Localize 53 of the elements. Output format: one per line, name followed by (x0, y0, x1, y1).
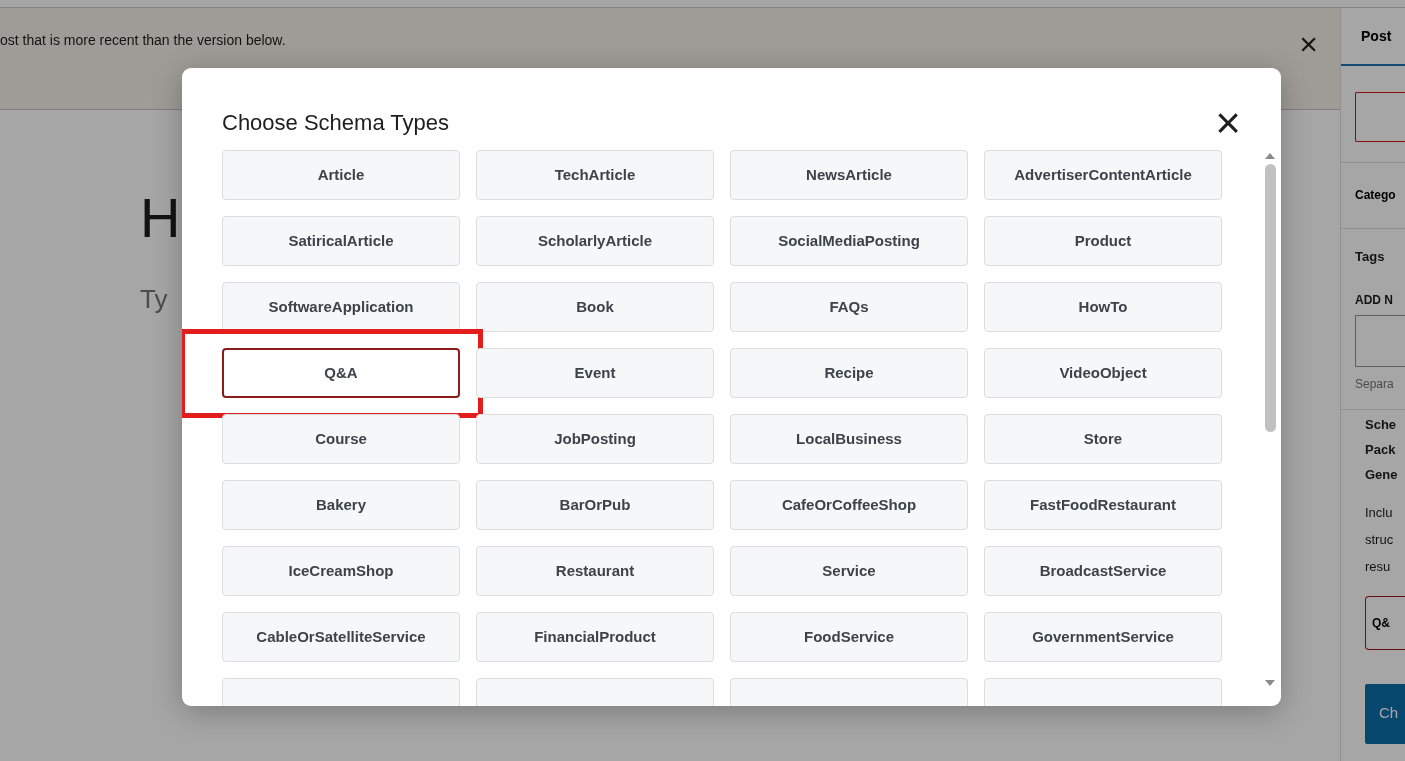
close-button[interactable]: × (1215, 108, 1241, 138)
panel-heading[interactable]: Catego (1355, 163, 1396, 227)
schema-type-button[interactable]: Store (984, 414, 1222, 464)
schema-type-button[interactable]: AdvertiserContentArticle (984, 150, 1222, 200)
help-text: Separa (1355, 375, 1395, 393)
scroll-down-icon[interactable] (1264, 679, 1276, 687)
schema-type-button[interactable]: LocalBusiness (730, 414, 968, 464)
schema-type-button[interactable]: SatiricalArticle (222, 216, 460, 266)
schema-type-button[interactable]: Course (222, 414, 460, 464)
schema-type-button[interactable]: GovernmentService (984, 612, 1222, 662)
schema-type-button[interactable]: Recipe (730, 348, 968, 398)
schema-type-button[interactable]: Product (984, 216, 1222, 266)
schema-type-button[interactable]: SocialMediaPosting (730, 216, 968, 266)
schema-type-button[interactable]: FinancialProduct (476, 612, 714, 662)
notice-text: ost that is more recent than the version below. (0, 31, 286, 50)
schema-type-button[interactable]: SoftwareApplication (222, 282, 460, 332)
schema-type-button[interactable]: CableOrSatelliteService (222, 612, 460, 662)
schema-type-button[interactable]: VideoObject (984, 348, 1222, 398)
schema-type-button[interactable]: Bakery (222, 480, 460, 530)
schema-type-button[interactable]: BarOrPub (476, 480, 714, 530)
schema-type-button[interactable]: Event (476, 348, 714, 398)
scroll-up-icon[interactable] (1264, 152, 1276, 160)
schema-type-button[interactable]: CafeOrCoffeeShop (730, 480, 968, 530)
schema-type-button[interactable]: Q&A (222, 348, 460, 398)
schema-type-button[interactable]: FoodService (730, 612, 968, 662)
schema-type-button[interactable]: TechArticle (476, 150, 714, 200)
schema-type-button[interactable]: Restaurant (476, 546, 714, 596)
sidebar-tab[interactable]: Post (1341, 8, 1405, 66)
schema-type-button[interactable]: JobPosting (476, 414, 714, 464)
schema-type-button[interactable]: FastFoodRestaurant (984, 480, 1222, 530)
close-button[interactable]: × (1299, 30, 1318, 58)
description-line: resu (1365, 557, 1392, 576)
select-field[interactable] (1355, 92, 1405, 142)
schema-type-button[interactable]: ScholarlyArticle (476, 216, 714, 266)
panel-heading-line: Sche (1365, 415, 1398, 434)
panel-heading: Tags (1355, 248, 1386, 266)
schema-type-button[interactable]: Book (476, 282, 714, 332)
panel-heading-line: Gene (1365, 465, 1399, 484)
schema-type-button[interactable]: Article (222, 150, 460, 200)
schema-type-button[interactable]: HowTo (984, 282, 1222, 332)
description-line: struc (1365, 530, 1395, 549)
choose-button[interactable]: Ch (1365, 683, 1405, 744)
tag-input-field[interactable] (1355, 314, 1405, 367)
schema-chip[interactable]: Q& (1365, 595, 1405, 650)
panel-heading-line: Pack (1365, 440, 1397, 459)
field-label: ADD N (1355, 291, 1394, 309)
schema-type-button[interactable]: Service (730, 546, 968, 596)
modal-title: Choose Schema Types (222, 109, 450, 137)
description-line: Inclu (1365, 503, 1394, 522)
schema-type-button[interactable]: NewsArticle (730, 150, 968, 200)
schema-type-button[interactable]: BroadcastService (984, 546, 1222, 596)
schema-type-button[interactable]: FAQs (730, 282, 968, 332)
schema-type-button[interactable]: IceCreamShop (222, 546, 460, 596)
